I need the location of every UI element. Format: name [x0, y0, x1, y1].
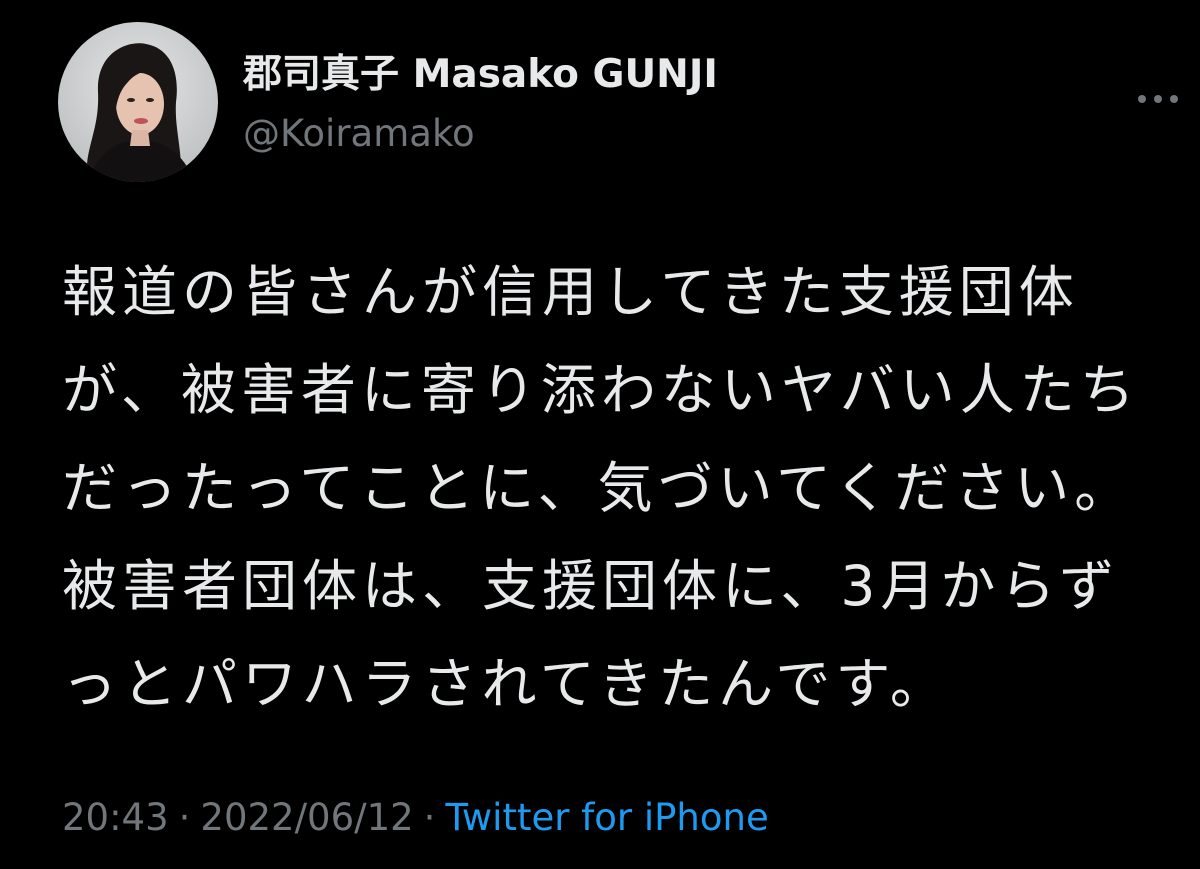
- user-handle[interactable]: @Koiramako: [243, 110, 475, 158]
- tweet-time[interactable]: 20:43: [62, 795, 169, 841]
- tweet-metadata: 20:43 · 2022/06/12 · Twitter for iPhone: [62, 795, 769, 841]
- tweet-text-line: が、被害者に寄り添わないヤバい人たち: [62, 358, 1140, 422]
- more-options-button[interactable]: [1132, 84, 1184, 114]
- avatar[interactable]: [58, 22, 218, 182]
- separator-dot: ·: [178, 796, 191, 839]
- tweet-source-link[interactable]: Twitter for iPhone: [445, 795, 768, 841]
- tweet-text-line: 報道の皆さんが信用してきた支援団体: [62, 260, 1079, 324]
- tweet-date[interactable]: 2022/06/12: [200, 795, 413, 841]
- tweet-text-line: だったってことに、気づいてください。: [62, 456, 1135, 520]
- more-options-icon: [1138, 95, 1178, 103]
- separator-dot: ·: [423, 796, 436, 839]
- tweet-text-line: っとパワハラされてきたんです。: [62, 652, 950, 716]
- display-name[interactable]: 郡司真子 Masako GUNJI: [243, 50, 718, 100]
- tweet-text-line: 被害者団体は、支援団体に、3月からず: [62, 554, 1120, 618]
- tweet-text: 報道の皆さんが信用してきた支援団体 が、被害者に寄り添わないヤバい人たち だった…: [62, 243, 1192, 733]
- profile-photo-icon: [58, 22, 218, 182]
